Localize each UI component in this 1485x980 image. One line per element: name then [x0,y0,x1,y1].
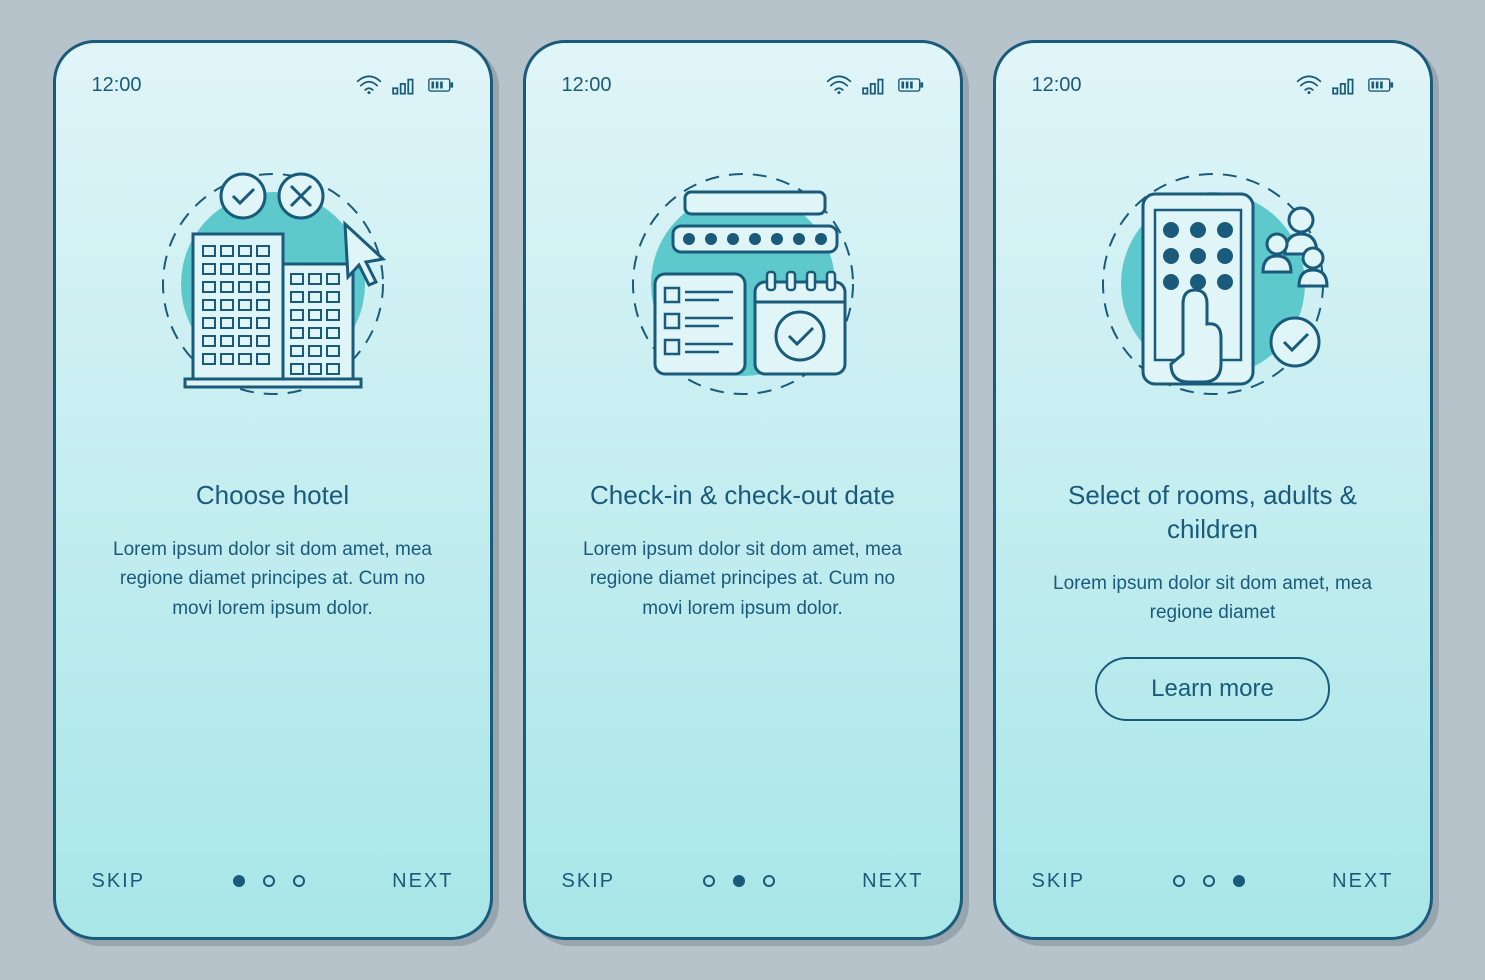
signal-icon [392,75,418,95]
page-dots [1173,875,1245,887]
illustration-hotel [92,119,454,449]
status-bar: 12:00 [562,71,924,99]
next-button[interactable]: NEXT [1332,870,1393,893]
onboarding-screen-2: 12:00 [523,40,963,940]
skip-button[interactable]: SKIP [562,870,616,893]
wifi-icon [1296,75,1322,95]
wifi-icon [356,75,382,95]
screen-body: Lorem ipsum dolor sit dom amet, mea regi… [573,535,913,623]
battery-icon [898,75,924,95]
nav-bar: SKIP NEXT [92,861,454,901]
dot-1[interactable] [703,875,715,887]
illustration-people [1032,119,1394,449]
status-time: 12:00 [1032,74,1082,97]
status-time: 12:00 [562,74,612,97]
onboarding-screen-3: 12:00 [993,40,1433,940]
content: Check-in & check-out date Lorem ipsum do… [562,449,924,861]
screen-body: Lorem ipsum dolor sit dom amet, mea regi… [1043,569,1383,628]
page-dots [703,875,775,887]
skip-button[interactable]: SKIP [92,870,146,893]
next-button[interactable]: NEXT [862,870,923,893]
dot-1[interactable] [1173,875,1185,887]
status-icons [356,75,454,95]
screen-body: Lorem ipsum dolor sit dom amet, mea regi… [103,535,443,623]
screen-title: Choose hotel [196,479,349,513]
wifi-icon [826,75,852,95]
nav-bar: SKIP NEXT [562,861,924,901]
illustration-calendar [562,119,924,449]
dot-3[interactable] [763,875,775,887]
dot-1[interactable] [233,875,245,887]
battery-icon [1368,75,1394,95]
screen-title: Select of rooms, adults & children [1032,479,1394,547]
dot-3[interactable] [293,875,305,887]
dot-2[interactable] [263,875,275,887]
signal-icon [1332,75,1358,95]
status-icons [1296,75,1394,95]
screen-title: Check-in & check-out date [590,479,895,513]
signal-icon [862,75,888,95]
dot-2[interactable] [733,875,745,887]
nav-bar: SKIP NEXT [1032,861,1394,901]
page-dots [233,875,305,887]
dot-2[interactable] [1203,875,1215,887]
status-bar: 12:00 [1032,71,1394,99]
content: Select of rooms, adults & children Lorem… [1032,449,1394,861]
status-bar: 12:00 [92,71,454,99]
content: Choose hotel Lorem ipsum dolor sit dom a… [92,449,454,861]
status-time: 12:00 [92,74,142,97]
onboarding-screen-1: 12:00 [53,40,493,940]
battery-icon [428,75,454,95]
status-icons [826,75,924,95]
learn-more-button[interactable]: Learn more [1095,657,1330,721]
skip-button[interactable]: SKIP [1032,870,1086,893]
dot-3[interactable] [1233,875,1245,887]
next-button[interactable]: NEXT [392,870,453,893]
